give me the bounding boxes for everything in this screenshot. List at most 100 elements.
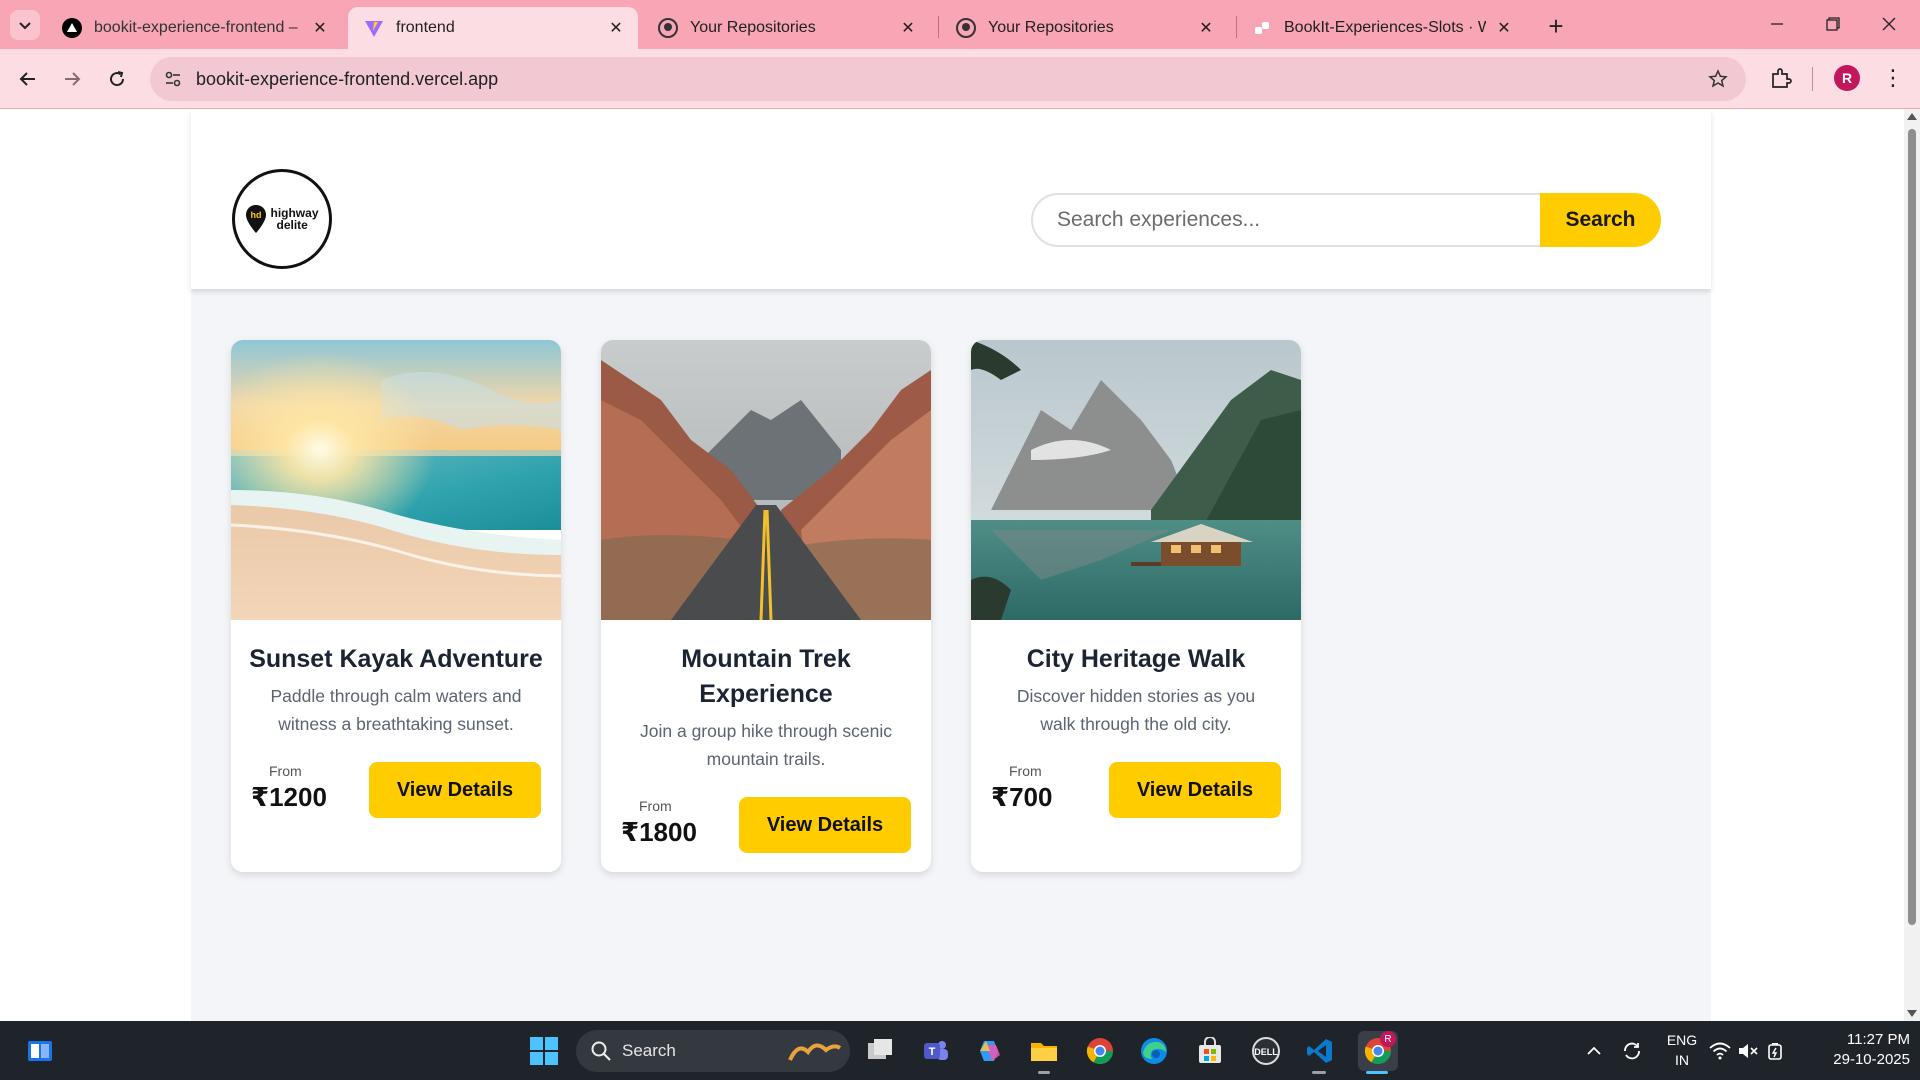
experiences-section: Sunset Kayak Adventure Paddle through ca… [191, 289, 1711, 1021]
experience-image-beach-sunset [231, 340, 561, 620]
forward-button[interactable] [56, 63, 88, 95]
chrome-active-icon[interactable]: R [1358, 1031, 1398, 1071]
view-details-button[interactable]: View Details [369, 762, 541, 818]
restore-button[interactable] [1810, 8, 1856, 40]
price-from-label: From [269, 763, 302, 779]
experience-price: ₹1200 [251, 782, 327, 812]
taskbar-search[interactable]: Search [576, 1030, 850, 1072]
highway-delite-logo[interactable]: hd highway delite [232, 169, 332, 269]
tab-slots[interactable]: BookIt-Experiences-Slots · Web ✕ [1236, 7, 1526, 49]
running-indicator [1312, 1071, 1326, 1074]
view-details-button[interactable]: View Details [739, 797, 911, 853]
dell-icon[interactable]: DELL [1248, 1033, 1284, 1069]
system-clock[interactable]: 11:27 PM 29-10-2025 [1812, 1030, 1910, 1070]
language-code: ENG [1666, 1032, 1698, 1048]
experience-image-mountain-lake-cabin [971, 340, 1301, 620]
tab-github-2[interactable]: Your Repositories ✕ [940, 7, 1228, 49]
search-icon [591, 1041, 611, 1061]
forward-arrow-icon [65, 72, 81, 86]
tab-title: Your Repositories [988, 19, 1114, 36]
extensions-puzzle-icon[interactable] [1766, 63, 1796, 93]
restore-icon [1826, 17, 1840, 31]
teams-icon[interactable]: T [918, 1033, 954, 1069]
chevron-up-icon[interactable] [1576, 1033, 1612, 1069]
edge-icon[interactable] [1136, 1033, 1172, 1069]
close-icon[interactable]: ✕ [1494, 18, 1514, 38]
experience-card: Mountain Trek Experience Join a group hi… [601, 340, 931, 872]
scroll-down-arrow-icon[interactable] [1907, 1010, 1917, 1017]
experience-price: ₹1800 [621, 817, 697, 847]
microsoft-store-icon[interactable] [1192, 1033, 1228, 1069]
site-header: hd highway delite Search [191, 109, 1711, 289]
new-tab-button[interactable]: + [1542, 11, 1570, 41]
github-icon [956, 18, 976, 38]
vite-icon [364, 18, 384, 38]
close-icon[interactable]: ✕ [898, 18, 918, 38]
search-input[interactable] [1031, 193, 1561, 247]
browser-menu-icon[interactable]: ⋮ [1880, 64, 1906, 92]
browser-toolbar: bookit-experience-frontend.vercel.app [0, 49, 1920, 109]
tab-title: Your Repositories [690, 19, 816, 36]
close-icon[interactable]: ✕ [310, 18, 330, 38]
logo-text: highway delite [270, 207, 318, 231]
search-highlight-icon [788, 1043, 842, 1061]
close-window-button[interactable] [1866, 8, 1912, 40]
copilot-icon[interactable] [972, 1033, 1008, 1069]
vscode-icon[interactable] [1302, 1033, 1338, 1069]
github-icon [658, 18, 678, 38]
toolbar-separator [1812, 67, 1813, 91]
experience-description: Join a group hike through scenic mountai… [640, 721, 892, 769]
task-view-icon[interactable] [862, 1033, 898, 1069]
link-icon [1252, 18, 1272, 38]
experience-description: Discover hidden stories as you walk thro… [1016, 686, 1256, 734]
active-indicator [1366, 1071, 1388, 1074]
experience-card: Sunset Kayak Adventure Paddle through ca… [231, 340, 561, 872]
close-icon[interactable]: ✕ [606, 18, 626, 38]
view-details-button[interactable]: View Details [1109, 762, 1281, 818]
url-text: bookit-experience-frontend.vercel.app [196, 69, 499, 89]
running-indicator [1038, 1071, 1050, 1074]
tab-vercel[interactable]: bookit-experience-frontend – D ✕ [46, 7, 342, 49]
taskbar-search-label: Search [622, 1041, 676, 1060]
close-icon [1882, 17, 1896, 31]
experience-card: City Heritage Walk Discover hidden stori… [971, 340, 1301, 872]
clock-time: 11:27 PM [1846, 1031, 1910, 1048]
widgets-icon[interactable] [22, 1033, 58, 1069]
minimize-button[interactable] [1754, 8, 1800, 40]
wifi-icon[interactable] [1708, 1033, 1732, 1069]
sync-icon[interactable] [1614, 1033, 1650, 1069]
svg-text:T: T [929, 1046, 936, 1058]
svg-text:DELL: DELL [1254, 1047, 1278, 1057]
reload-button[interactable] [101, 63, 133, 95]
tab-search-button[interactable] [10, 10, 40, 40]
start-windows-icon[interactable] [526, 1033, 562, 1069]
experience-image-canyon-road [601, 340, 931, 620]
chrome-icon[interactable] [1082, 1033, 1118, 1069]
speaker-muted-icon[interactable] [1736, 1033, 1760, 1069]
tab-separator [938, 16, 939, 38]
tab-frontend[interactable]: frontend ✕ [348, 7, 638, 49]
scrollbar-thumb[interactable] [1908, 129, 1916, 925]
file-explorer-icon[interactable] [1026, 1033, 1062, 1069]
minimize-icon [1771, 23, 1783, 25]
language-indicator[interactable]: ENG IN [1664, 1030, 1700, 1070]
windows-taskbar: Search T DELL R ENG IN 11:27 PM 29-10-20… [0, 1021, 1920, 1080]
back-arrow-icon [19, 72, 35, 86]
profile-avatar[interactable]: R [1834, 65, 1860, 91]
experience-price: ₹700 [991, 782, 1053, 812]
bookmark-star-icon[interactable] [1706, 67, 1730, 91]
page-scrollbar[interactable] [1904, 109, 1920, 1021]
address-bar[interactable]: bookit-experience-frontend.vercel.app [150, 57, 1746, 101]
site-info-icon[interactable] [162, 68, 184, 90]
close-icon[interactable]: ✕ [1196, 18, 1216, 38]
tab-github-1[interactable]: Your Repositories ✕ [642, 7, 930, 49]
experience-title: City Heritage Walk [1026, 645, 1246, 673]
logo-line-2: delite [276, 218, 308, 232]
battery-icon[interactable] [1764, 1033, 1788, 1069]
scroll-up-arrow-icon[interactable] [1907, 113, 1917, 120]
experience-description: Paddle through calm waters and witness a… [270, 686, 522, 734]
svg-text:hd: hd [251, 210, 262, 220]
clock-date: 29-10-2025 [1833, 1051, 1910, 1068]
search-button[interactable]: Search [1540, 193, 1661, 247]
back-button[interactable] [12, 63, 44, 95]
